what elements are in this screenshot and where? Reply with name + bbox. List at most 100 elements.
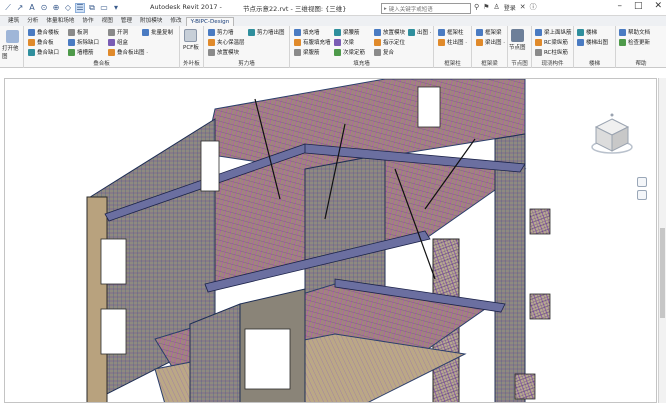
open-hole-button[interactable]: 开洞 <box>108 28 128 36</box>
minimize-icon[interactable]: – <box>617 1 622 11</box>
scrollbar-thumb[interactable] <box>660 228 665 318</box>
rc-beam-icon <box>535 38 542 46</box>
viewcube[interactable] <box>590 113 635 160</box>
wall-groove-button[interactable]: 墙槽筋 <box>68 48 94 56</box>
steering-wheel-icon[interactable] <box>637 177 647 187</box>
frame-column-button[interactable]: 框架柱 <box>438 28 464 36</box>
switch-windows-icon[interactable]: ▭ <box>99 3 109 13</box>
shear-wall-drawing-button[interactable]: 剪力墙出图 <box>248 28 285 36</box>
column-drawing-icon <box>438 38 445 46</box>
infill-wall-button[interactable]: 填充墙 <box>294 28 320 36</box>
tab-massing-site[interactable]: 体量和场地 <box>42 17 78 26</box>
rc-beam-bar-button[interactable]: RC梁纵筋 <box>535 38 568 46</box>
elevation-icon[interactable]: ◇ <box>63 3 73 13</box>
help-doc-icon <box>619 28 626 36</box>
column-drawing-button[interactable]: 柱出图 · <box>438 38 467 46</box>
node-drawing-button[interactable]: 节点图 <box>509 29 526 51</box>
model-icon[interactable]: ⊙ <box>39 3 49 13</box>
open-view-button[interactable]: 打开他图 <box>2 30 23 60</box>
column-drawing-label: 柱出图 · <box>447 40 467 46</box>
beam-web-bar-button[interactable]: 梁腹筋 <box>294 48 320 56</box>
infill-drawing-button[interactable]: 出图 · <box>408 28 432 36</box>
beam-top-bar-label: 梁上面纵筋 <box>544 30 572 36</box>
beam-drawing-button[interactable]: 梁出图 · <box>476 38 505 46</box>
binoculars-icon[interactable]: ⚲ <box>474 3 479 11</box>
composite-floor-button[interactable]: 叠合楼板 <box>28 28 59 36</box>
maximize-icon[interactable]: □ <box>634 1 643 11</box>
zoom-icon[interactable] <box>637 190 647 200</box>
tab-modify[interactable]: 修改 <box>166 17 185 26</box>
section-icon[interactable]: ⊕ <box>51 3 61 13</box>
3d-view-canvas[interactable] <box>4 78 657 403</box>
tab-manage[interactable]: 管理 <box>117 17 136 26</box>
locate-button[interactable]: 指示定位 <box>374 38 405 46</box>
place-module-button[interactable]: 放置模块 <box>208 48 239 56</box>
stairs-drawing-button[interactable]: 楼梯出图 <box>577 38 608 46</box>
help-icon[interactable]: ⓘ <box>530 2 537 12</box>
ribbon-tab-bar: 建筑 分析 体量和场地 协作 视图 管理 附加模块 修改 Y-BIPC-Desi… <box>0 16 666 26</box>
help-doc-button[interactable]: 帮助文档 <box>619 28 650 36</box>
batch-copy-label: 批量复制 <box>151 30 174 36</box>
slab-hole-button[interactable]: 板洞 <box>68 28 88 36</box>
group-button[interactable]: 组盒 <box>108 38 128 46</box>
insulation-label: 夹心保温层 <box>217 40 245 46</box>
pcf-button[interactable]: PCF板 <box>183 29 199 51</box>
ribbon: 打开他图 叠合楼板 叠合板 叠合缺口 板洞 拆除缺口 墙槽筋 开洞 组盒 叠合板… <box>0 26 666 68</box>
open-view-icon <box>6 30 19 43</box>
rc-column-bar-label: RC柱纵筋 <box>544 50 568 56</box>
composite-slab-button[interactable]: 叠合板 <box>28 38 54 46</box>
check-update-button[interactable]: 检查更新 <box>619 38 650 46</box>
column-icon <box>438 28 445 36</box>
place-infill-module-button[interactable]: 放置模块 <box>374 28 405 36</box>
beam-waist-bar-label: 梁腰筋 <box>343 30 360 36</box>
batch-copy-button[interactable]: 批量复制 <box>142 28 173 36</box>
close-icon[interactable]: ✕ <box>654 1 662 11</box>
ribbed-infill-button[interactable]: 有腹填充墙 <box>294 38 331 46</box>
viewcube-icon <box>591 113 633 154</box>
exchange-icon[interactable]: ✕ <box>520 3 526 11</box>
thin-lines-icon[interactable]: ☰ <box>75 2 85 13</box>
secondary-beam-icon <box>334 38 341 46</box>
wall-groove-label: 墙槽筋 <box>77 50 94 56</box>
remove-notch-button[interactable]: 拆除缺口 <box>68 38 99 46</box>
tab-analyze[interactable]: 分析 <box>23 17 42 26</box>
search-icon: ▸ <box>384 5 387 12</box>
beam-waist-bar-button[interactable]: 梁腰筋 <box>334 28 360 36</box>
panel-title-composite-slab: 叠合板 <box>93 61 110 67</box>
user-icon[interactable]: ♙ <box>493 3 499 11</box>
tab-addins[interactable]: 附加模块 <box>136 17 166 26</box>
composite-notch-button[interactable]: 叠合缺口 <box>28 48 59 56</box>
measure-icon[interactable]: ⟋ <box>3 3 13 13</box>
stairs-button[interactable]: 楼梯 <box>577 28 597 36</box>
sign-in-label[interactable]: 登录 <box>504 3 516 12</box>
slab2-icon <box>28 38 35 46</box>
slab-drawing-button[interactable]: 叠合板出图 · <box>108 48 148 56</box>
frame-beam-button[interactable]: 框架梁 <box>476 28 502 36</box>
search-placeholder: 键入关键字或短语 <box>388 6 433 13</box>
search-input[interactable]: ▸ 键入关键字或短语 <box>381 3 471 14</box>
shear-wall-button[interactable]: 剪力墙 <box>208 28 234 36</box>
beam-top-bar-button[interactable]: 梁上面纵筋 <box>535 28 572 36</box>
secondary-beam-button[interactable]: 次梁 <box>334 38 354 46</box>
ribbed-icon <box>294 38 301 46</box>
beam-drawing-icon <box>476 38 483 46</box>
tab-bipc-design[interactable]: Y-BIPC-Design <box>185 17 235 26</box>
tab-view[interactable]: 视图 <box>98 17 117 26</box>
panel-shear-wall: 剪力墙 夹心保温层 放置模块 剪力墙出图 剪力墙 <box>204 26 290 68</box>
insulation-button[interactable]: 夹心保温层 <box>208 38 245 46</box>
rc-column-bar-button[interactable]: RC柱纵筋 <box>535 48 568 56</box>
pcf-icon <box>184 29 198 42</box>
tab-collaborate[interactable]: 协作 <box>78 17 97 26</box>
subscription-icon[interactable]: ⚑ <box>483 3 489 11</box>
panel-stairs: 楼梯 楼梯出图 楼梯 <box>574 26 616 68</box>
vertical-scrollbar[interactable] <box>658 78 666 403</box>
tab-architecture[interactable]: 建筑 <box>4 17 23 26</box>
beam-drawing-label: 梁出图 · <box>485 40 505 46</box>
dimension-icon[interactable]: ↗ <box>15 3 25 13</box>
qat-dropdown-icon[interactable]: ▾ <box>111 3 121 13</box>
remove-notch-label: 拆除缺口 <box>77 40 100 46</box>
text-icon[interactable]: A <box>27 3 37 13</box>
secondary-beam-bar-button[interactable]: 次梁定筋 <box>334 48 365 56</box>
composite-button[interactable]: 复合 <box>374 48 394 56</box>
close-hidden-icon[interactable]: ⧉ <box>87 3 97 13</box>
